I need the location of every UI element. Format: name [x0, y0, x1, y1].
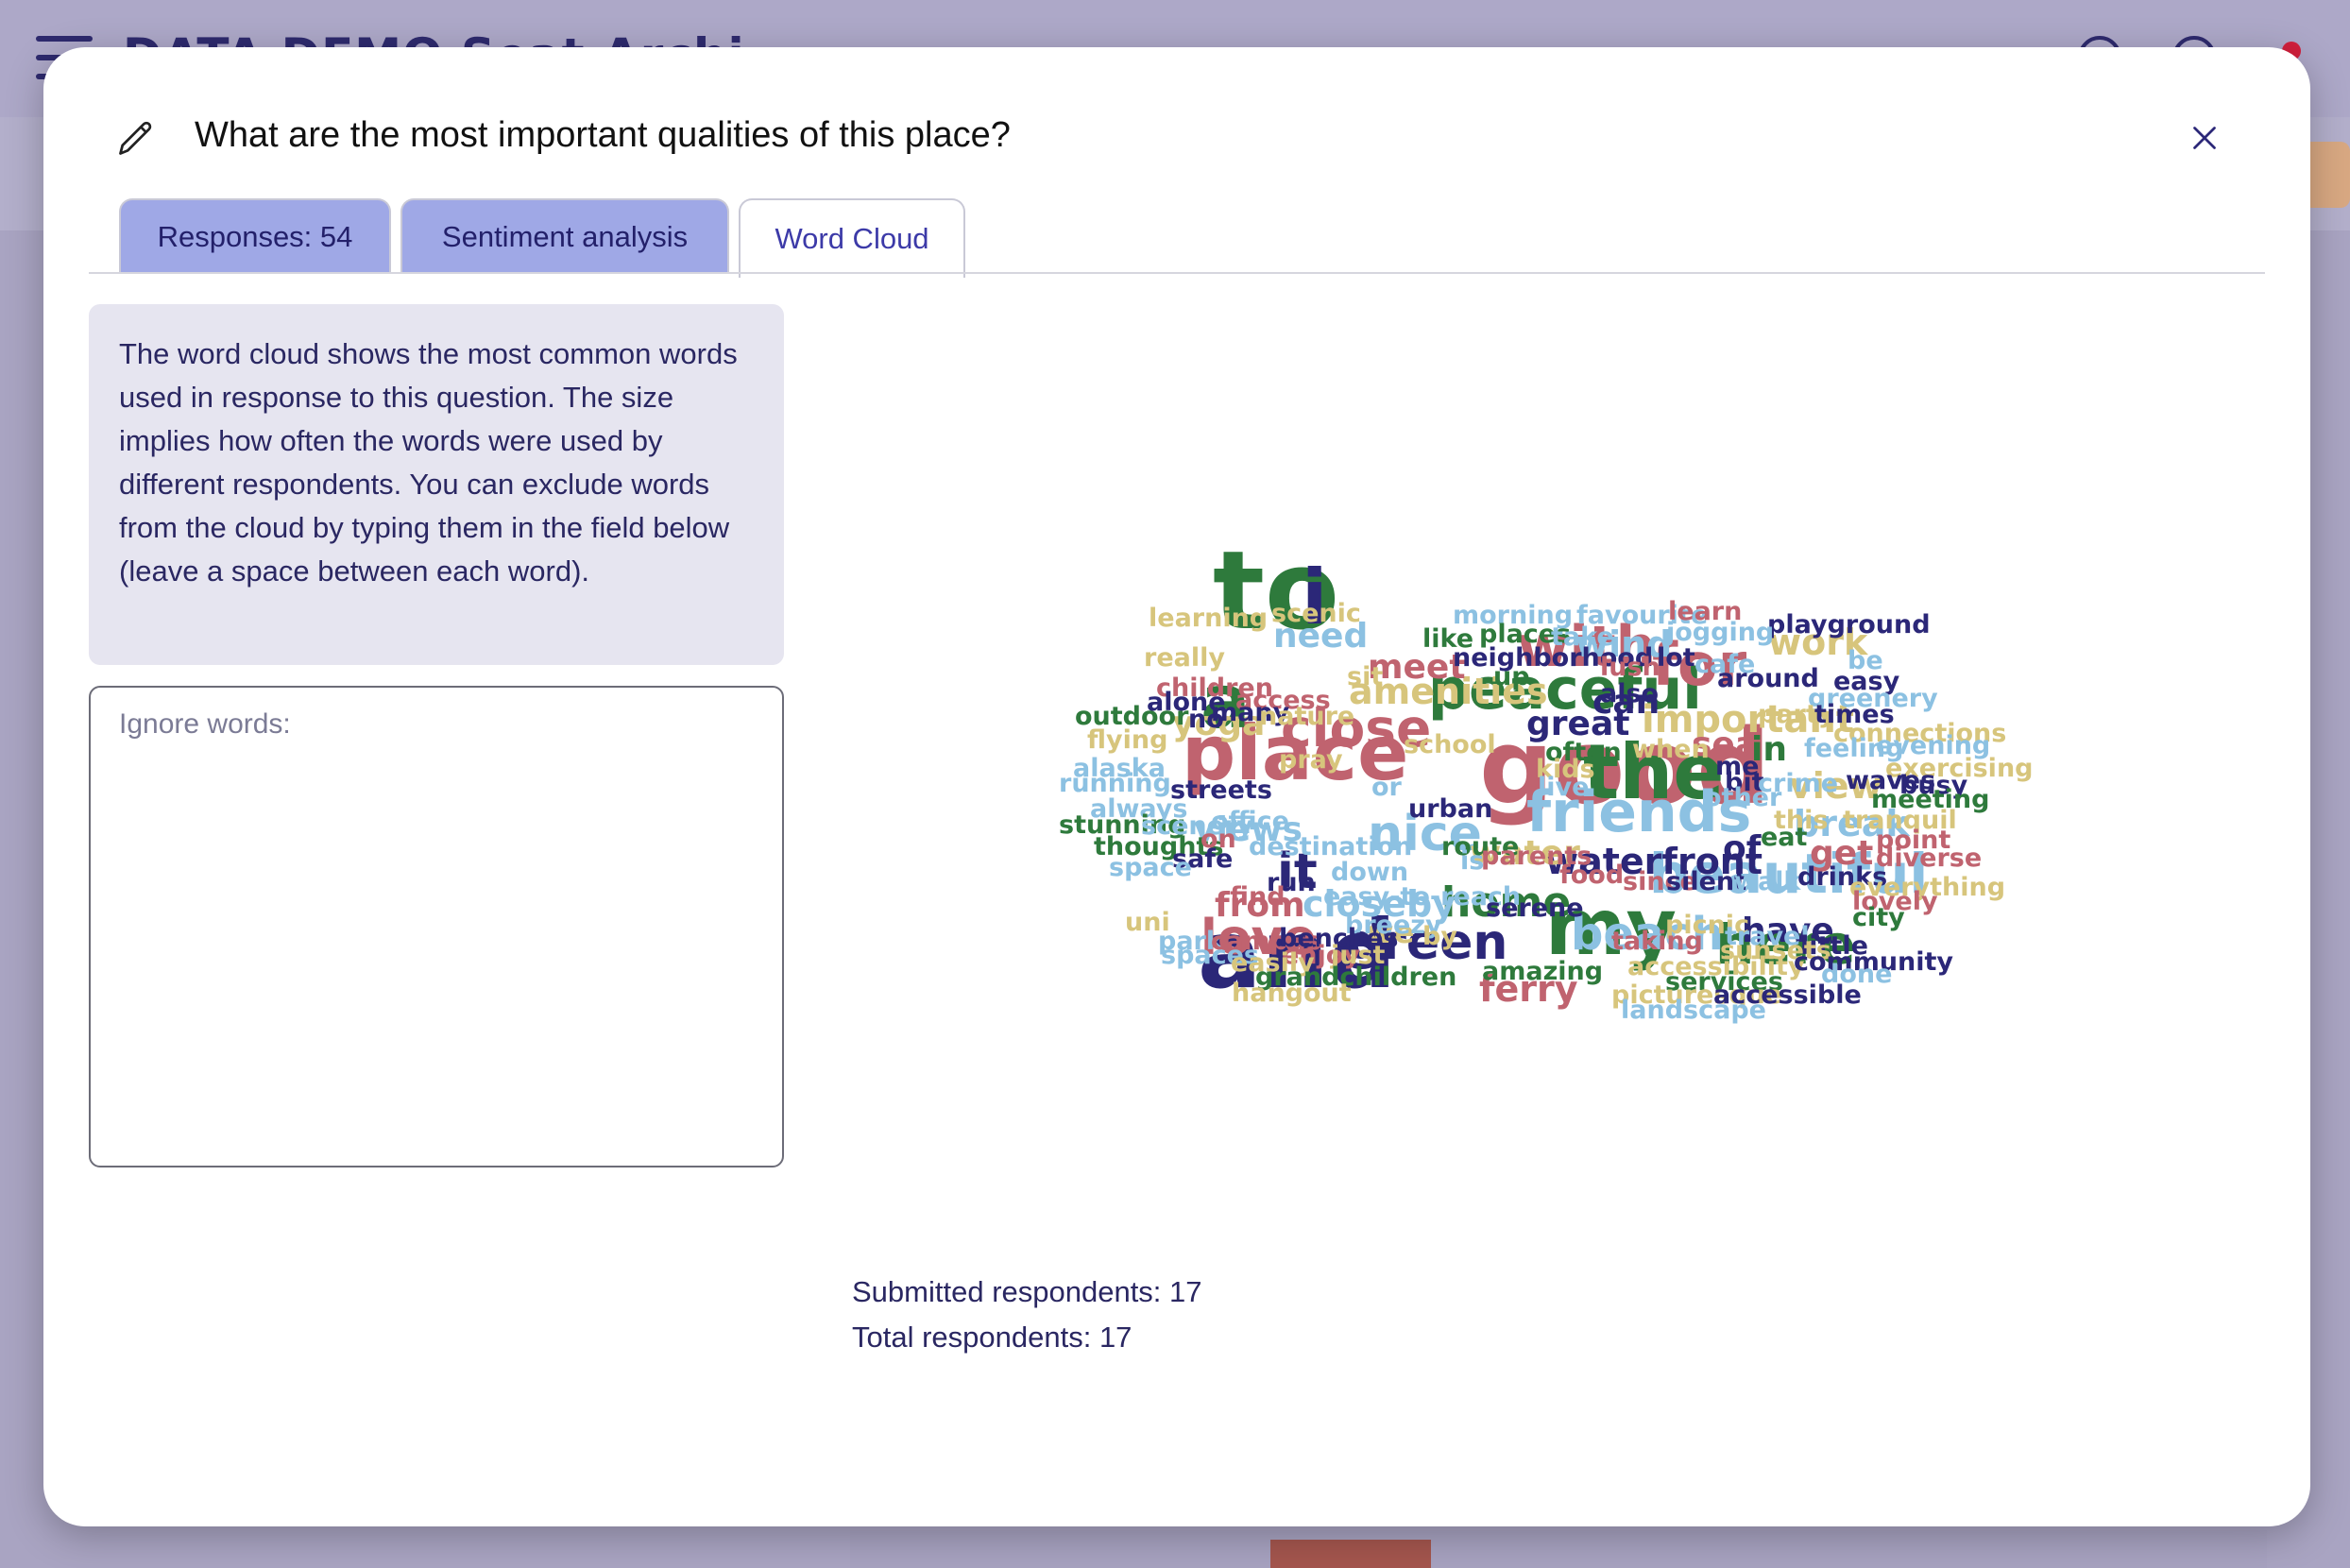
close-icon[interactable] — [2188, 121, 2222, 155]
cloud-word-eat: eat — [1761, 823, 1808, 852]
ignore-words-input[interactable] — [91, 688, 782, 1166]
cloud-word-school: school — [1404, 730, 1496, 759]
cloud-word-of: of — [1723, 829, 1762, 868]
background-chart-bar — [1270, 1540, 1431, 1568]
word-cloud: good to and the place my a i friends peaceful beau… — [988, 453, 2140, 1190]
cloud-word-find: find — [1230, 882, 1286, 912]
submitted-respondents: Submitted respondents: 17 — [852, 1275, 1202, 1308]
cloud-word-lush: lush — [1600, 653, 1660, 682]
cloud-word-learning: learning — [1149, 604, 1268, 633]
cloud-word-playground: playground — [1767, 610, 1931, 639]
tab-divider — [89, 272, 2265, 274]
cloud-word-really: really — [1144, 643, 1225, 673]
cloud-word-diverse: diverse — [1876, 844, 1982, 873]
tab-sentiment-analysis[interactable]: Sentiment analysis — [400, 198, 729, 274]
cloud-word-also: also — [1600, 679, 1659, 708]
cloud-word-landscape: landscape — [1621, 996, 1766, 1025]
cloud-word-live: live — [1538, 773, 1589, 802]
cloud-word-by: by — [1422, 922, 1457, 951]
tab-word-cloud[interactable]: Word Cloud — [739, 198, 965, 278]
cloud-word-flying: flying — [1087, 725, 1167, 755]
cloud-word-hangout: hangout — [1232, 979, 1352, 1008]
cloud-word-other: other — [1704, 783, 1782, 812]
ignore-words-field[interactable] — [89, 686, 784, 1167]
question-title: What are the most important qualities of… — [195, 115, 1011, 155]
tab-responses[interactable]: Responses: 54 — [119, 198, 391, 274]
cloud-word-amazing: amazing — [1482, 957, 1603, 986]
cloud-word-up: up — [1493, 662, 1530, 691]
cloud-word-pray: pray — [1279, 745, 1343, 775]
word-cloud-canvas: goodtoandtheplacemyaifriendspeacefulbeau… — [1059, 528, 2034, 1025]
cloud-word-when: when — [1632, 735, 1710, 764]
word-cloud-info: The word cloud shows the most common wor… — [89, 304, 784, 665]
cloud-word-urban: urban — [1408, 794, 1492, 824]
cloud-word-food: food — [1559, 861, 1624, 890]
cloud-word-sit: sit — [1347, 662, 1383, 691]
cloud-word-nature: nature — [1259, 702, 1354, 731]
cloud-word-scenic: scenic — [1271, 599, 1361, 628]
cloud-word-walk: walk — [1734, 867, 1801, 896]
cloud-word-around: around — [1717, 664, 1819, 693]
cloud-word-serene: serene — [1486, 894, 1584, 923]
cloud-word-lot: lot — [1657, 643, 1695, 673]
cloud-word-or: or — [1371, 773, 1403, 802]
word-cloud-modal: What are the most important qualities of… — [43, 47, 2310, 1526]
respondent-stats: Submitted respondents: 17 Total responde… — [852, 1270, 1202, 1360]
total-respondents: Total respondents: 17 — [852, 1321, 1132, 1354]
cloud-word-space: space — [1109, 853, 1192, 882]
cloud-word-city: city — [1852, 903, 1905, 932]
background-chart-area — [850, 1530, 2267, 1568]
pencil-icon[interactable] — [115, 117, 157, 159]
